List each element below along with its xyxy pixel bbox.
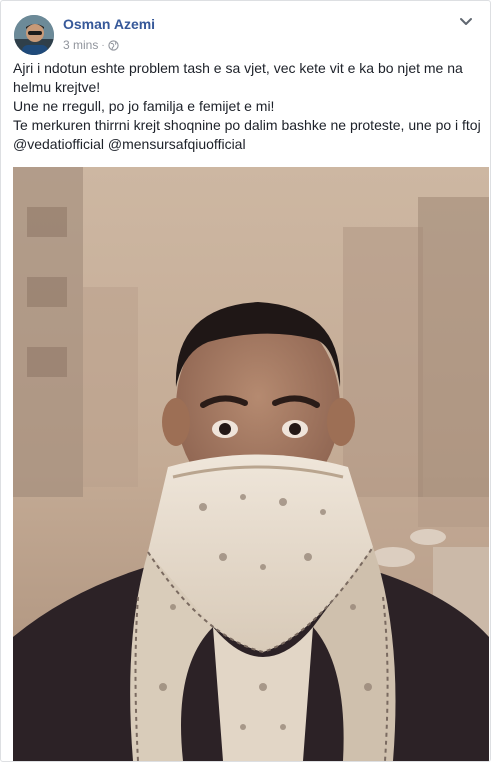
post-text-line: Ajri i ndotun eshte problem tash e sa vj… xyxy=(13,60,463,95)
author-name[interactable]: Osman Azemi xyxy=(63,16,155,32)
globe-icon[interactable] xyxy=(108,39,119,51)
post-text-line: Te merkuren thirrni krejt shoqnine po da… xyxy=(13,117,481,152)
post-timestamp[interactable]: 3 mins xyxy=(63,38,98,52)
post-meta: 3 mins · xyxy=(63,38,119,52)
post-photo[interactable] xyxy=(13,167,489,761)
feed-post: Osman Azemi 3 mins · Ajri i ndotun eshte… xyxy=(0,0,491,762)
meta-separator: · xyxy=(101,39,105,51)
avatar[interactable] xyxy=(14,15,54,55)
avatar-image xyxy=(14,15,54,55)
photo-image xyxy=(13,167,489,761)
post-text: Ajri i ndotun eshte problem tash e sa vj… xyxy=(13,59,483,154)
post-text-line: Une ne rregull, po jo familja e femijet … xyxy=(13,98,275,114)
chevron-down-icon[interactable] xyxy=(459,16,473,26)
post-header: Osman Azemi 3 mins · xyxy=(12,12,479,56)
